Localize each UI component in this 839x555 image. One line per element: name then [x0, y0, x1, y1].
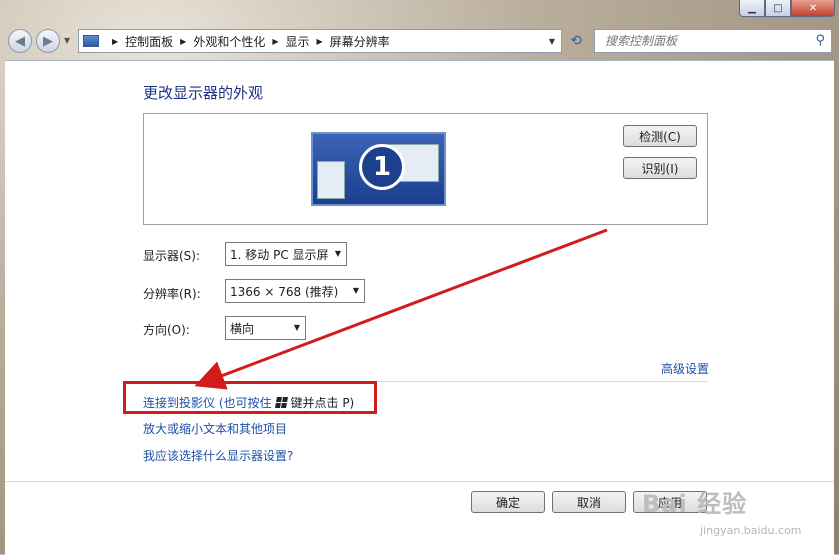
detect-button[interactable]: 检测(C): [623, 125, 697, 147]
chevron-right-icon[interactable]: ▶: [272, 37, 278, 46]
display-label: 显示器(S):: [143, 249, 201, 263]
chevron-right-icon[interactable]: ▶: [112, 37, 118, 46]
monitor-number-badge: 1: [359, 144, 405, 190]
orientation-select-value: 横向: [230, 321, 255, 336]
text-size-link[interactable]: 放大或缩小文本和其他项目: [143, 420, 287, 437]
resolution-select[interactable]: 1366 × 768 (推荐) ▼: [225, 279, 365, 303]
baidu-watermark: Bai 经验: [642, 490, 748, 518]
chevron-down-icon: ▼: [334, 249, 341, 258]
annotation-highlight-box: [123, 381, 377, 414]
chevron-right-icon[interactable]: ▶: [180, 37, 186, 46]
control-panel-icon: [83, 35, 99, 47]
window-thumbnail: [317, 161, 345, 199]
search-icon[interactable]: ⚲: [815, 33, 825, 48]
resolution-label: 分辨率(R):: [143, 287, 201, 301]
monitor-preview-panel: 1 检测(C) 识别(I): [143, 113, 708, 225]
forward-button[interactable]: ▶: [36, 29, 60, 53]
divider: [5, 481, 834, 482]
resolution-select-value: 1366 × 768 (推荐): [230, 284, 339, 299]
ok-button[interactable]: 确定: [471, 491, 545, 513]
breadcrumb-control-panel[interactable]: 控制面板: [125, 33, 173, 50]
cancel-button[interactable]: 取消: [552, 491, 626, 513]
recent-pages-dropdown[interactable]: ▼: [64, 36, 70, 45]
page-title: 更改显示器的外观: [143, 84, 264, 102]
display-select-value: 1. 移动 PC 显示屏: [230, 247, 329, 262]
back-button[interactable]: ◀: [8, 29, 32, 53]
close-button[interactable]: ✕: [791, 0, 835, 17]
advanced-settings-link[interactable]: 高级设置: [661, 360, 709, 377]
search-box[interactable]: ⚲: [594, 29, 832, 53]
monitor-icon[interactable]: 1: [311, 132, 446, 206]
minimize-button[interactable]: ▁: [739, 0, 765, 17]
address-bar[interactable]: ▶ 控制面板 ▶ 外观和个性化 ▶ 显示 ▶ 屏幕分辨率 ▼: [78, 29, 562, 53]
baidu-watermark-url: jingyan.baidu.com: [700, 524, 802, 537]
chevron-down-icon: ▼: [352, 286, 359, 295]
display-help-link[interactable]: 我应该选择什么显示器设置?: [143, 447, 293, 464]
breadcrumb-display[interactable]: 显示: [286, 33, 310, 50]
maximize-button[interactable]: □: [765, 0, 791, 17]
address-dropdown-icon[interactable]: ▼: [549, 37, 555, 46]
orientation-select[interactable]: 横向 ▼: [225, 316, 306, 340]
display-select[interactable]: 1. 移动 PC 显示屏 ▼: [225, 242, 347, 266]
breadcrumb-appearance[interactable]: 外观和个性化: [193, 33, 265, 50]
breadcrumb-resolution[interactable]: 屏幕分辨率: [330, 33, 390, 50]
orientation-label: 方向(O):: [143, 323, 190, 337]
identify-button[interactable]: 识别(I): [623, 157, 697, 179]
refresh-icon[interactable]: ⟲: [564, 29, 588, 53]
window-controls: ▁ □ ✕: [739, 0, 835, 18]
chevron-down-icon: ▼: [293, 323, 300, 332]
search-input[interactable]: [603, 33, 807, 49]
main-content: 更改显示器的外观 1 检测(C) 识别(I) 显示器(S): 1. 移动 PC …: [5, 60, 834, 555]
navigation-bar: ◀ ▶ ▼ ▶ 控制面板 ▶ 外观和个性化 ▶ 显示 ▶ 屏幕分辨率 ▼ ⟲ ⚲: [6, 26, 834, 58]
chevron-right-icon[interactable]: ▶: [317, 37, 323, 46]
